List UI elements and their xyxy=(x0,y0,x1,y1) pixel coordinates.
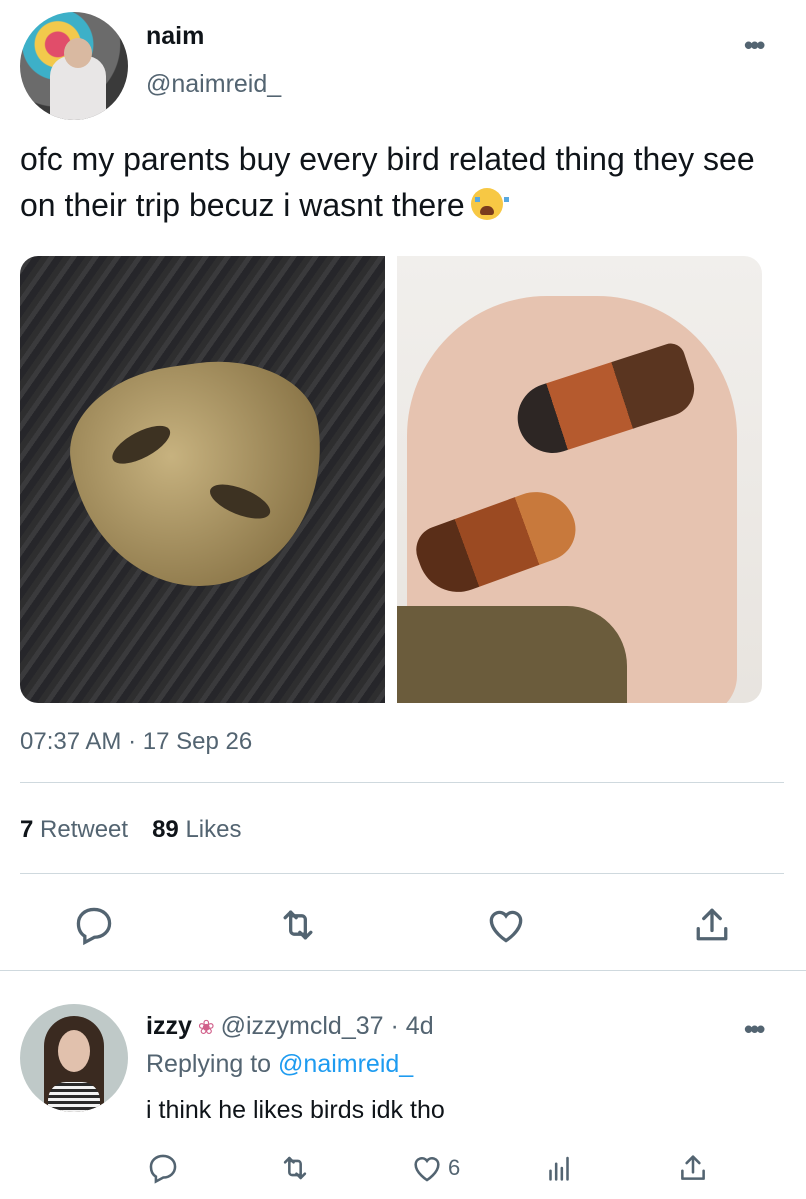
replying-mention[interactable]: @naimreid_ xyxy=(278,1050,413,1078)
sleeve xyxy=(397,606,627,703)
tweet-body: ofc my parents buy every bird related th… xyxy=(20,141,755,223)
reply-more-options-icon[interactable]: ••• xyxy=(744,1014,765,1045)
like-icon[interactable] xyxy=(484,903,528,947)
tweet-text: ofc my parents buy every bird related th… xyxy=(20,136,790,228)
engraved-bird xyxy=(106,418,176,472)
reply-reply-icon[interactable] xyxy=(146,1150,180,1186)
author-handle[interactable]: @naimreid_ xyxy=(146,70,281,99)
reply-avatar[interactable] xyxy=(20,1004,128,1112)
divider xyxy=(0,970,806,971)
timestamp[interactable]: 07:37 AM · 17 Sep 26 xyxy=(20,728,252,756)
reply-icon[interactable] xyxy=(72,903,116,947)
retweet-count[interactable]: 7 xyxy=(20,816,33,843)
reply-avatar-top xyxy=(48,1082,100,1112)
divider xyxy=(20,873,784,874)
avatar-face xyxy=(64,38,92,68)
reply-author-handle[interactable]: @izzymcld_37 xyxy=(221,1012,384,1040)
reply-author-name[interactable]: izzy xyxy=(146,1012,192,1040)
reply-like-icon xyxy=(414,1157,440,1182)
reply-age[interactable]: 4d xyxy=(406,1012,434,1040)
replying-to: Replying to @naimreid_ xyxy=(146,1050,413,1079)
reply-like-button[interactable]: 6 xyxy=(410,1150,460,1186)
reply-retweet-icon[interactable] xyxy=(278,1150,312,1186)
reply-like-count: 6 xyxy=(448,1155,461,1180)
author-name[interactable]: naim xyxy=(146,22,204,51)
avatar[interactable] xyxy=(20,12,128,120)
likes-count[interactable]: 89 xyxy=(152,816,179,843)
likes-label[interactable]: Likes xyxy=(185,816,241,843)
crying-face-icon xyxy=(470,188,509,220)
replying-prefix: Replying to xyxy=(146,1050,272,1078)
reply-share-icon[interactable] xyxy=(676,1150,710,1186)
retweet-icon[interactable] xyxy=(276,903,320,947)
reply-avatar-face xyxy=(58,1030,90,1072)
media-grid xyxy=(20,256,762,703)
divider xyxy=(20,782,784,783)
reply-text: i think he likes birds idk tho xyxy=(146,1096,445,1124)
reply-header: izzy ❀ @izzymcld_37 · 4d xyxy=(146,1012,434,1041)
retweet-label[interactable]: Retweet xyxy=(40,816,128,843)
share-icon[interactable] xyxy=(690,903,734,947)
reply-separator: · xyxy=(390,1012,399,1040)
reply-analytics-icon[interactable] xyxy=(542,1150,576,1186)
media-photo-robins[interactable] xyxy=(397,256,762,703)
media-photo-guitar-pick[interactable] xyxy=(20,256,385,703)
engagement-stats: 7 Retweet 89 Likes xyxy=(20,816,241,844)
more-options-icon[interactable]: ••• xyxy=(744,30,765,61)
lotus-icon: ❀ xyxy=(197,1017,215,1039)
engraved-bird xyxy=(205,477,275,526)
guitar-pick xyxy=(59,347,339,603)
